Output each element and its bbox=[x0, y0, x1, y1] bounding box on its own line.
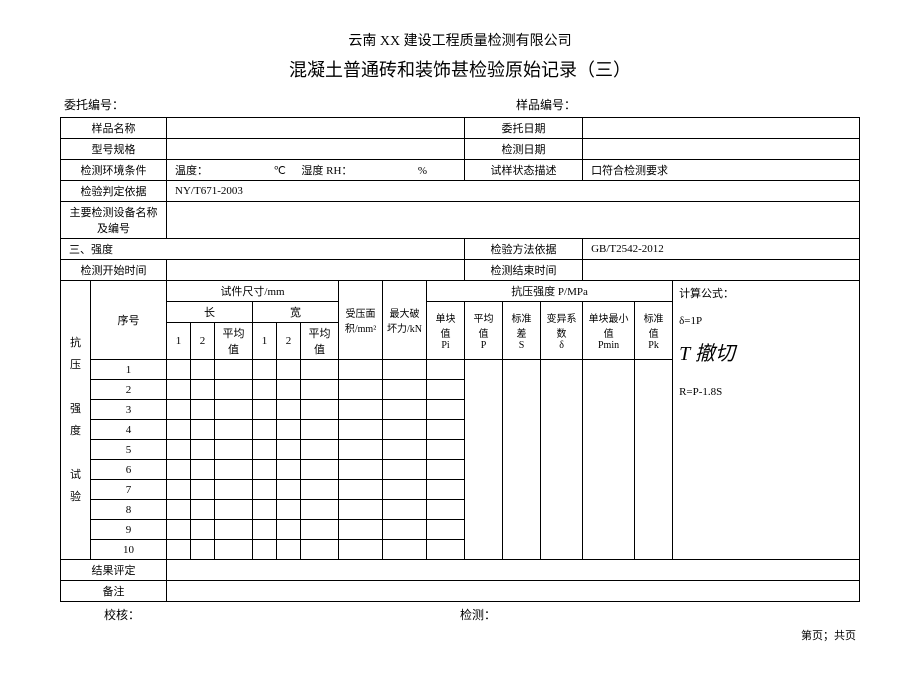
method-basis-label: 检验方法依据 bbox=[465, 239, 583, 260]
mean-cell bbox=[465, 360, 503, 560]
remark-label: 备注 bbox=[61, 581, 167, 602]
env-temp-label: 温度： bbox=[175, 165, 208, 177]
table-row: 备注 bbox=[61, 581, 860, 602]
width-label: 宽 bbox=[253, 302, 339, 323]
company-name: 云南 XX 建设工程质量检测有限公司 bbox=[60, 30, 860, 50]
section3-label: 三、强度 bbox=[61, 239, 465, 260]
remark-value bbox=[167, 581, 860, 602]
table-row: 检验判定依据 NY/T671-2003 bbox=[61, 181, 860, 202]
single-label: 单块值 Pi bbox=[427, 302, 465, 360]
env-humid-label: 湿度 RH： bbox=[301, 165, 352, 177]
test-label: 检测： bbox=[460, 606, 856, 623]
stdval-label: 标准值 Pk bbox=[635, 302, 673, 360]
judge-basis-label: 检验判定依据 bbox=[61, 181, 167, 202]
equipment-value bbox=[167, 202, 860, 239]
stddev-cell bbox=[503, 360, 541, 560]
formula-small: R=P-1.8S bbox=[679, 386, 853, 398]
table-row: 主要检测设备名称及编号 bbox=[61, 202, 860, 239]
method-basis-value: GB/T2542-2012 bbox=[583, 239, 860, 260]
doc-title: 混凝土普通砖和装饰甚检验原始记录（三） bbox=[60, 56, 860, 82]
start-time-value bbox=[167, 260, 465, 281]
entrust-no-label: 委托编号： bbox=[64, 96, 124, 113]
seq-label: 序号 bbox=[91, 281, 167, 360]
wid-avg: 平均值 bbox=[301, 323, 339, 360]
sample-name-label: 样品名称 bbox=[61, 118, 167, 139]
end-time-label: 检测结束时间 bbox=[465, 260, 583, 281]
dimension-header: 试件尺寸/mm bbox=[167, 281, 339, 302]
len-1: 1 bbox=[167, 323, 191, 360]
sample-state-value: 口符合检测要求 bbox=[583, 160, 860, 181]
equipment-label: 主要检测设备名称及编号 bbox=[61, 202, 167, 239]
len-avg: 平均值 bbox=[215, 323, 253, 360]
footer-row: 校核： 检测： bbox=[60, 606, 860, 623]
entrust-date-label: 委托日期 bbox=[465, 118, 583, 139]
seq-cell: 1 bbox=[91, 360, 167, 380]
test-date-label: 检测日期 bbox=[465, 139, 583, 160]
env-humid-unit: % bbox=[418, 165, 427, 177]
check-label: 校核： bbox=[64, 606, 460, 623]
formula-big: T 撤切 bbox=[679, 337, 853, 366]
cv-label: 变异系数 δ bbox=[541, 302, 583, 360]
strength-header: 抗压强度 P/MPa bbox=[427, 281, 673, 302]
grid-header-row: 抗压 强度 试验 序号 试件尺寸/mm 受压面积/mm² 最大破坏力/kN 抗压… bbox=[61, 281, 860, 302]
table-row: 结果评定 bbox=[61, 560, 860, 581]
table-row: 检测环境条件 温度： ℃ 湿度 RH： % 试样状态描述 口符合检测要求 bbox=[61, 160, 860, 181]
seq-cell: 6 bbox=[91, 460, 167, 480]
test-date-value bbox=[583, 139, 860, 160]
seq-cell: 4 bbox=[91, 420, 167, 440]
model-spec-label: 型号规格 bbox=[61, 139, 167, 160]
stdval-cell bbox=[635, 360, 673, 560]
seq-cell: 9 bbox=[91, 520, 167, 540]
min-cell bbox=[583, 360, 635, 560]
area-label: 受压面积/mm² bbox=[339, 281, 383, 360]
env-label: 检测环境条件 bbox=[61, 160, 167, 181]
end-time-value bbox=[583, 260, 860, 281]
result-label: 结果评定 bbox=[61, 560, 167, 581]
main-table: 样品名称 委托日期 型号规格 检测日期 检测环境条件 温度： ℃ 湿度 RH： … bbox=[60, 117, 860, 602]
table-row: 检测开始时间 检测结束时间 bbox=[61, 260, 860, 281]
page-number: 第页；共页 bbox=[60, 627, 860, 643]
wid-2: 2 bbox=[277, 323, 301, 360]
model-spec-value bbox=[167, 139, 465, 160]
seq-cell: 8 bbox=[91, 500, 167, 520]
sample-name-value bbox=[167, 118, 465, 139]
seq-cell: 3 bbox=[91, 400, 167, 420]
seq-cell: 2 bbox=[91, 380, 167, 400]
group-label: 抗压 强度 试验 bbox=[61, 281, 91, 560]
judge-basis-value: NY/T671-2003 bbox=[167, 181, 860, 202]
seq-cell: 5 bbox=[91, 440, 167, 460]
stddev-label: 标准差 S bbox=[503, 302, 541, 360]
sample-no-label: 样品编号： bbox=[516, 96, 856, 113]
formula-cell: 计算公式： δ=1P T 撤切 R=P-1.8S bbox=[673, 281, 860, 560]
mean-label: 平均值 P bbox=[465, 302, 503, 360]
seq-cell: 10 bbox=[91, 540, 167, 560]
min-label: 单块最小值 Pmin bbox=[583, 302, 635, 360]
table-row: 型号规格 检测日期 bbox=[61, 139, 860, 160]
table-row: 样品名称 委托日期 bbox=[61, 118, 860, 139]
start-time-label: 检测开始时间 bbox=[61, 260, 167, 281]
formula-line1: δ=1P bbox=[679, 315, 853, 327]
env-values: 温度： ℃ 湿度 RH： % bbox=[167, 160, 465, 181]
env-temp-unit: ℃ bbox=[274, 165, 286, 177]
meta-row: 委托编号： 样品编号： bbox=[60, 96, 860, 113]
seq-cell: 7 bbox=[91, 480, 167, 500]
table-row: 三、强度 检验方法依据 GB/T2542-2012 bbox=[61, 239, 860, 260]
result-value bbox=[167, 560, 860, 581]
formula-header: 计算公式： bbox=[679, 285, 853, 301]
cv-cell bbox=[541, 360, 583, 560]
max-force-label: 最大破坏力/kN bbox=[383, 281, 427, 360]
length-label: 长 bbox=[167, 302, 253, 323]
sample-state-label: 试样状态描述 bbox=[465, 160, 583, 181]
len-2: 2 bbox=[191, 323, 215, 360]
entrust-date-value bbox=[583, 118, 860, 139]
wid-1: 1 bbox=[253, 323, 277, 360]
